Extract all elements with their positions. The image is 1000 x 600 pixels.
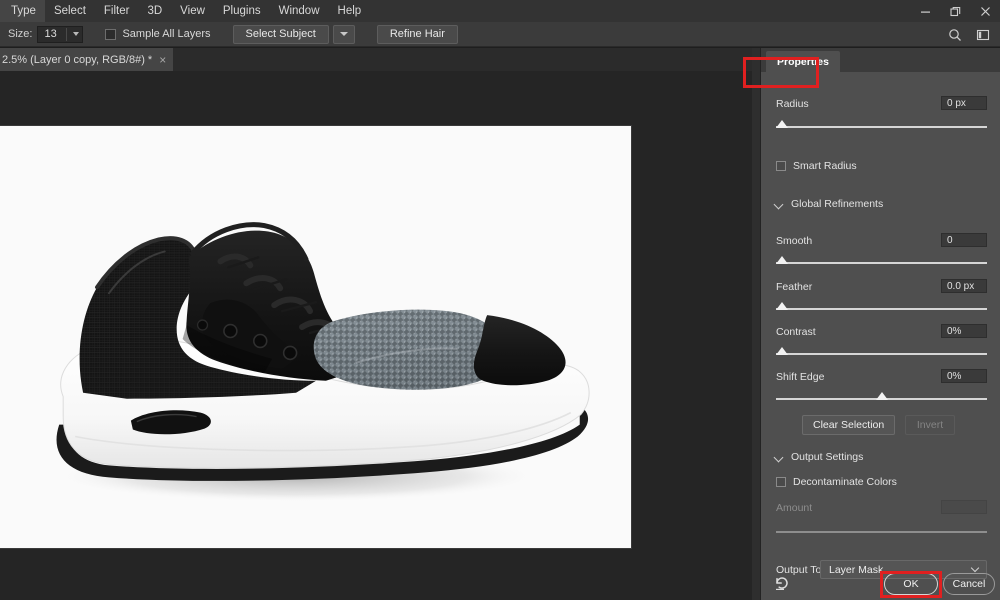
contrast-value-input[interactable]: 0% <box>941 324 987 338</box>
radius-value-input[interactable]: 0 px <box>941 96 987 110</box>
checkbox-box <box>776 477 786 487</box>
reset-icon[interactable] <box>773 574 791 592</box>
close-icon[interactable] <box>970 0 1000 22</box>
menu-item-view[interactable]: View <box>171 0 214 22</box>
select-subject-dropdown-button[interactable] <box>332 24 355 44</box>
output-settings-label: Output Settings <box>791 451 864 463</box>
brush-size-value: 13 <box>44 28 57 40</box>
shift-edge-value: 0% <box>947 370 962 382</box>
shift-edge-row: Shift Edge 0% <box>761 369 1000 385</box>
menu-bar: Type Select Filter 3D View Plugins Windo… <box>0 0 1000 22</box>
document-tab[interactable]: 2.5% (Layer 0 copy, RGB/8#) * × <box>0 48 174 71</box>
sample-all-layers-label: Sample All Layers <box>122 28 211 40</box>
panel-footer: OK Cancel <box>761 566 1000 600</box>
menu-item-3d[interactable]: 3D <box>138 0 171 22</box>
dock-strip <box>752 48 761 600</box>
feather-slider[interactable] <box>776 302 987 310</box>
ok-button[interactable]: OK <box>884 573 938 595</box>
output-settings-header[interactable]: Output Settings <box>774 451 863 463</box>
workspace-layout-icon[interactable] <box>970 22 996 47</box>
global-refinements-header[interactable]: Global Refinements <box>774 198 883 210</box>
checkbox-box <box>776 161 786 171</box>
size-label: Size: <box>8 28 33 40</box>
smart-radius-label: Smart Radius <box>793 160 857 172</box>
feather-value-input[interactable]: 0.0 px <box>941 279 987 293</box>
feather-row: Feather 0.0 px <box>761 279 1000 295</box>
smooth-row: Smooth 0 <box>761 233 1000 249</box>
restore-icon[interactable] <box>940 0 970 22</box>
combo-divider <box>66 27 68 41</box>
chevron-down-icon <box>73 32 80 36</box>
properties-panel: Properties Radius 0 px Smart Radius Glob… <box>761 48 1000 600</box>
amount-slider <box>776 531 987 533</box>
amount-label: Amount <box>776 502 813 514</box>
panel-tab-row: Properties <box>761 48 1000 72</box>
contrast-label: Contrast <box>776 326 816 338</box>
tab-properties-label: Properties <box>777 55 829 68</box>
sample-all-layers-checkbox[interactable]: Sample All Layers <box>105 28 211 40</box>
options-bar: Size: 13 Sample All Layers Select Subjec… <box>0 22 1000 47</box>
smooth-value-input[interactable]: 0 <box>941 233 987 247</box>
checkbox-box <box>105 28 117 40</box>
contrast-row: Contrast 0% <box>761 324 1000 340</box>
menu-item-window[interactable]: Window <box>270 0 329 22</box>
close-icon[interactable]: × <box>159 54 166 66</box>
decontaminate-colors-checkbox[interactable]: Decontaminate Colors <box>776 476 897 488</box>
contrast-slider[interactable] <box>776 347 987 355</box>
refine-hair-button[interactable]: Refine Hair <box>376 24 458 44</box>
shift-edge-label: Shift Edge <box>776 371 825 383</box>
chevron-down-icon <box>339 32 348 36</box>
menu-item-help[interactable]: Help <box>329 0 371 22</box>
brush-size-dropdown[interactable]: 13 <box>37 25 84 43</box>
canvas-area[interactable] <box>0 71 752 600</box>
select-subject-button[interactable]: Select Subject <box>232 24 329 44</box>
amount-row: Amount <box>761 500 1000 516</box>
shift-edge-value-input[interactable]: 0% <box>941 369 987 383</box>
smooth-slider-thumb[interactable] <box>776 256 788 264</box>
cancel-button[interactable]: Cancel <box>943 573 995 595</box>
smooth-slider[interactable] <box>776 256 987 264</box>
panel-body: Radius 0 px Smart Radius Global Refineme… <box>761 72 1000 600</box>
menu-item-plugins[interactable]: Plugins <box>214 0 270 22</box>
shift-edge-slider-thumb[interactable] <box>875 392 888 400</box>
artboard[interactable] <box>0 125 632 549</box>
global-refinements-label: Global Refinements <box>791 198 884 210</box>
radius-slider[interactable] <box>776 120 987 128</box>
tab-properties[interactable]: Properties <box>766 51 840 72</box>
decontaminate-colors-label: Decontaminate Colors <box>793 476 897 488</box>
feather-value: 0.0 px <box>947 280 975 292</box>
shoe-image <box>0 126 631 548</box>
radius-row: Radius 0 px <box>761 96 1000 112</box>
chevron-down-icon <box>774 452 784 462</box>
invert-button: Invert <box>905 415 955 435</box>
radius-slider-thumb[interactable] <box>776 120 788 128</box>
contrast-value: 0% <box>947 325 962 337</box>
smooth-label: Smooth <box>776 235 813 247</box>
smooth-value: 0 <box>947 234 953 246</box>
search-icon[interactable] <box>942 22 968 47</box>
shift-edge-slider[interactable] <box>776 392 987 400</box>
menu-item-select[interactable]: Select <box>45 0 95 22</box>
document-tab-title: 2.5% (Layer 0 copy, RGB/8#) * <box>2 53 153 66</box>
menu-item-filter[interactable]: Filter <box>95 0 139 22</box>
feather-slider-thumb[interactable] <box>776 302 788 310</box>
menu-item-type[interactable]: Type <box>0 0 45 22</box>
smart-radius-checkbox[interactable]: Smart Radius <box>776 160 857 172</box>
clear-selection-button[interactable]: Clear Selection <box>802 415 896 435</box>
window-controls <box>910 0 1000 22</box>
radius-value: 0 px <box>947 97 966 109</box>
feather-label: Feather <box>776 281 813 293</box>
options-bar-right <box>942 22 996 47</box>
minimize-icon[interactable] <box>910 0 940 22</box>
contrast-slider-thumb[interactable] <box>776 347 788 355</box>
amount-value-input <box>941 500 987 514</box>
chevron-down-icon <box>774 199 784 209</box>
radius-label: Radius <box>776 98 809 110</box>
